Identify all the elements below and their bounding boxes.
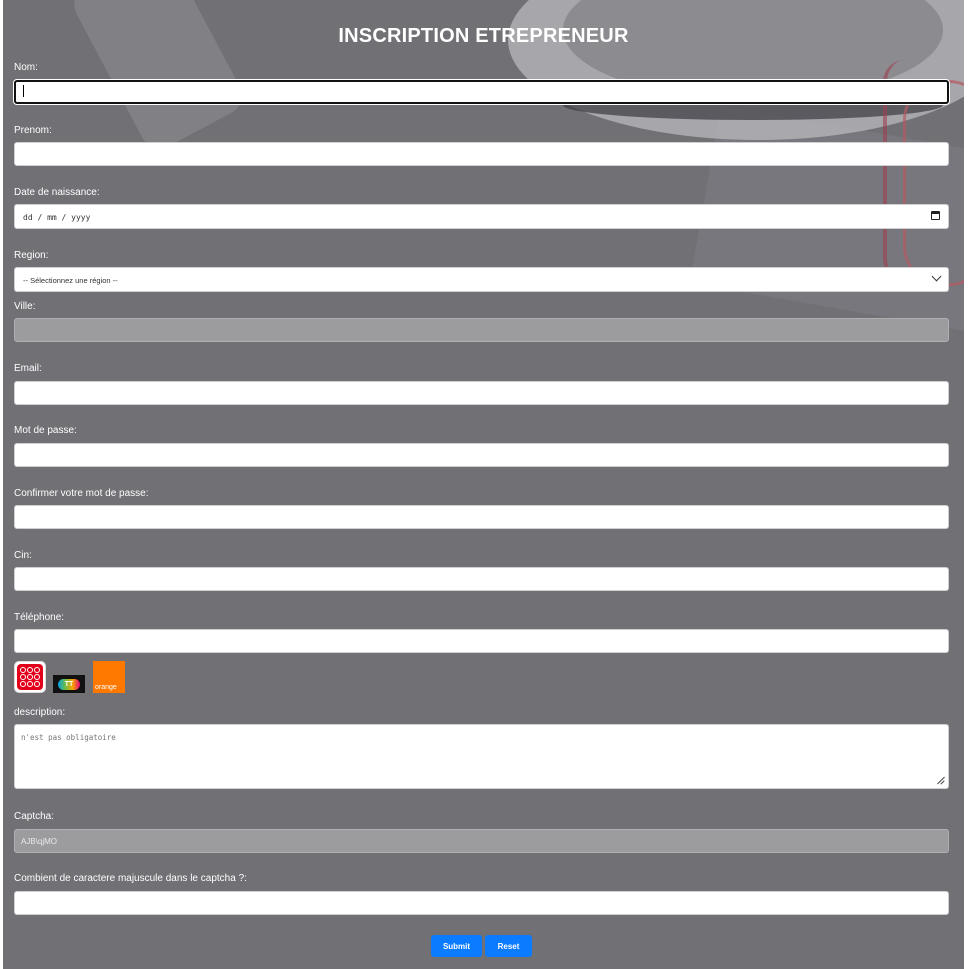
nom-input[interactable] [14,80,949,104]
email-label: Email: [14,363,42,374]
captcha-value: AJB\qjMO [21,837,58,846]
ville-input [14,318,949,342]
calendar-icon[interactable] [931,211,940,220]
nom-label: Nom: [14,62,38,73]
email-input[interactable] [14,381,949,405]
confirmer-input[interactable] [14,505,949,529]
cin-label: Cin: [14,550,32,561]
majuscules-input[interactable] [14,891,949,915]
cin-input[interactable] [14,567,949,591]
telephone-label: Téléphone: [14,612,65,623]
reset-button[interactable]: Reset [485,935,532,957]
resize-handle-icon[interactable] [937,776,945,784]
majuscules-label: Combient de caractere majuscule dans le … [14,873,247,884]
captcha-label: Captcha: [14,811,55,822]
date-placeholder: dd / mm / yyyy [23,213,91,222]
registration-form: INSCRIPTION ETREPRENEUR Nom: Prenom: Dat… [3,0,964,969]
orange-logo-icon[interactable]: orange [93,661,125,693]
telephone-input[interactable] [14,629,949,653]
confirmer-label: Confirmer votre mot de passe: [14,488,149,499]
ooredoo-logo-icon[interactable] [14,661,46,693]
text-caret [23,85,24,97]
date-naissance-input[interactable] [14,204,949,229]
mot-de-passe-label: Mot de passe: [14,425,77,436]
page-title: INSCRIPTION ETREPRENEUR [338,25,629,47]
submit-button[interactable]: Submit [431,935,482,957]
date-naissance-label: Date de naissance: [14,187,100,198]
tunisie-telecom-logo-icon[interactable]: TT [53,675,85,693]
ville-label: Ville: [14,301,36,312]
description-label: description: [14,707,66,718]
prenom-label: Prenom: [14,125,52,136]
description-textarea[interactable] [14,724,949,789]
region-select[interactable] [14,267,949,292]
region-selected-value: -- Sélectionnez une région -- [23,276,118,285]
prenom-input[interactable] [14,142,949,166]
captcha-input [14,829,949,853]
region-label: Region: [14,250,49,261]
page: INSCRIPTION ETREPRENEUR Nom: Prenom: Dat… [3,0,964,969]
mot-de-passe-input[interactable] [14,443,949,467]
